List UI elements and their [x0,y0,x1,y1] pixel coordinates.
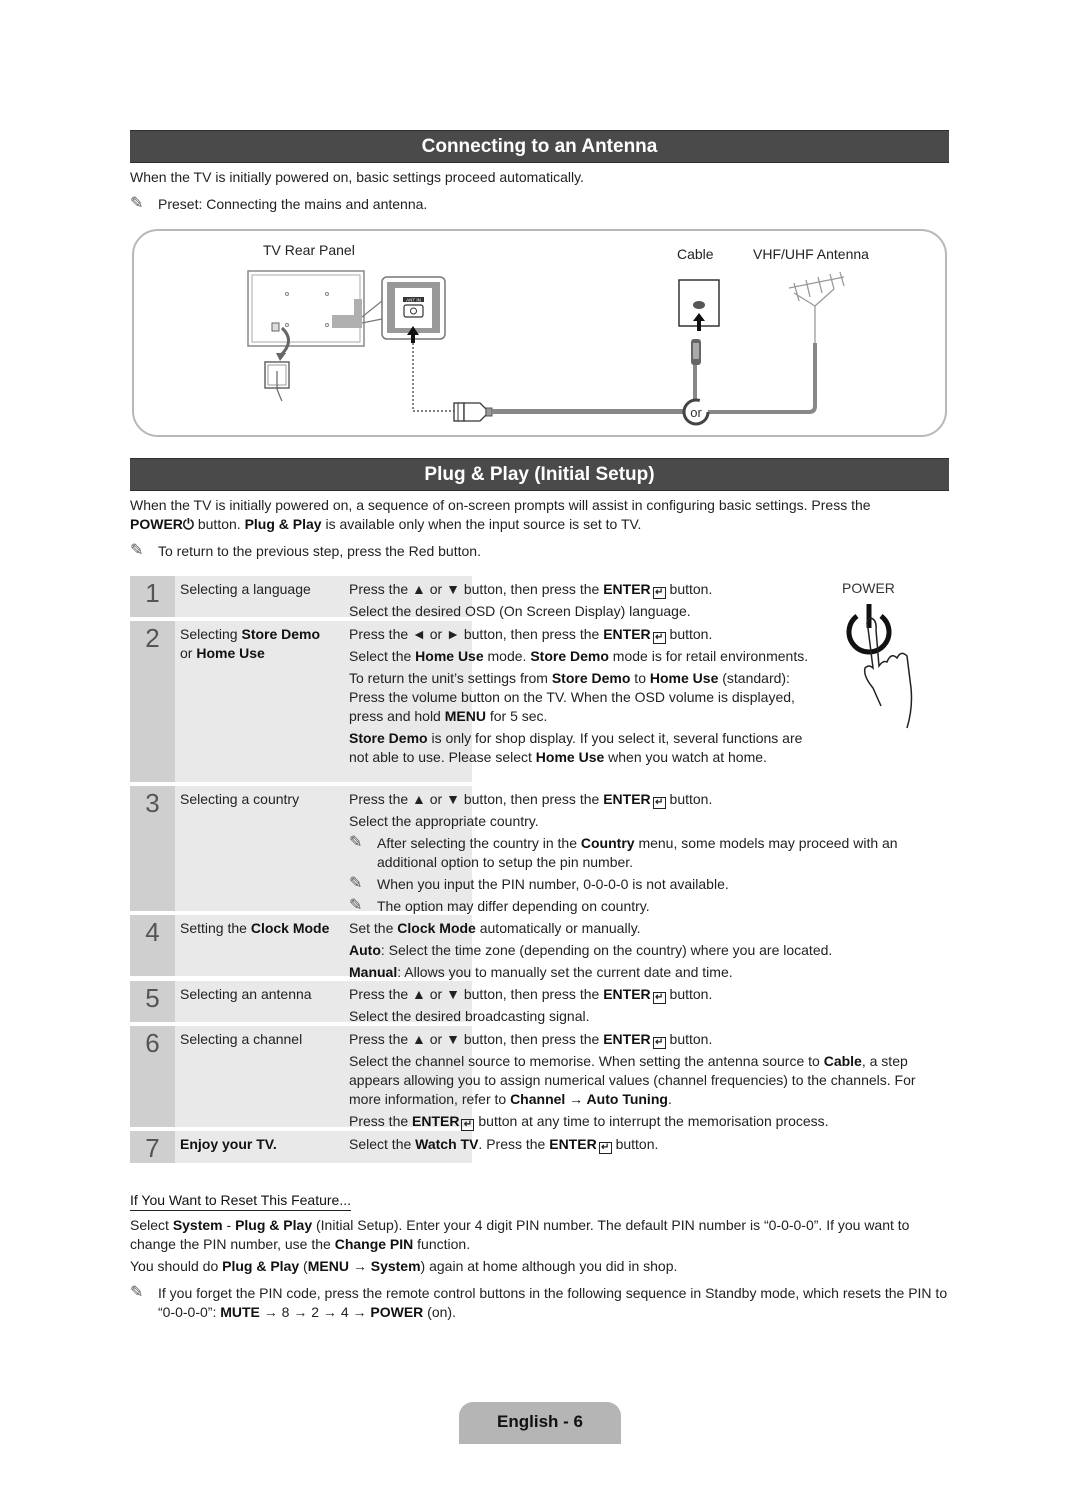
step-number: 5 [130,981,175,1022]
pencil-note-icon: ✎ [130,542,144,559]
pencil-note-icon: ✎ [130,195,144,212]
step-note: ✎ The option may differ depending on coun… [349,897,650,914]
antenna-connection-diagram: TV Rear Panel Cable VHF/UHF Antenna ANT … [132,229,947,437]
enter-key-icon: ↵ [461,1119,475,1131]
reset-heading: If You Want to Reset This Feature... [130,1192,352,1211]
ant-in-port-closeup: ANT IN [361,276,446,343]
step-description: Press the ▲ or ▼ button, then press the … [349,790,949,919]
power-icon: ⏻ [182,516,194,532]
cable-wall-outlet [678,279,720,365]
step-1-row: 1 Selecting a language Press the ▲ or ▼ … [130,576,950,619]
diagram-drawing: ANT IN or [247,270,845,426]
section-title-plug-and-play: Plug & Play (Initial Setup) [130,458,949,491]
reset-paragraph-2: You should do Plug & Play (MENU → System… [130,1258,678,1274]
step-description: Press the ▲ or ▼ button, then press the … [349,581,713,619]
step-7-row: 7 Enjoy your TV. Select the Watch TV. Pr… [130,1131,950,1163]
pencil-note-icon: ✎ [349,875,363,892]
plug-and-play-intro: When the TV is initially powered on, a s… [130,497,871,532]
step-6-row: 6 Selecting a channel Press the ▲ or ▼ b… [130,1026,950,1131]
enter-key-icon: ↵ [652,992,666,1004]
antenna-intro: When the TV is initially powered on, bas… [130,169,584,185]
reset-note: ✎ If you forget the PIN code, press the … [130,1284,948,1320]
antenna-note: ✎ Preset: Connecting the mains and anten… [130,195,428,212]
step-description: Select the Watch TV. Press the ENTER ↵ bu… [349,1136,659,1154]
step-description: Set the Clock Mode automatically or manu… [349,920,833,980]
vhf-uhf-antenna [788,271,845,343]
ant-in-port-label: ANT IN [406,298,421,303]
or-label: or [690,405,702,420]
pencil-note-icon: ✎ [130,1284,144,1301]
step-number: 1 [130,576,175,617]
pencil-note-icon: ✎ [349,834,363,851]
reset-paragraph-1: Select System - Plug & Play (Initial Set… [130,1217,910,1252]
enter-key-icon: ↵ [652,587,666,599]
step-5-row: 5 Selecting an antenna Press the ▲ or ▼ … [130,981,950,1024]
step-note: ✎ After selecting the country in the Coun… [349,834,898,870]
step-description: Press the ▲ or ▼ button, then press the … [349,986,713,1024]
section-title-antenna: Connecting to an Antenna [130,130,949,163]
step-note: ✎ When you input the PIN number, 0-0-0-0 … [349,875,729,892]
page-number-tab: English - 6 [459,1402,621,1444]
step-number: 7 [130,1131,175,1163]
step-4-row: 4 Setting the Clock Mode Set the Clock M… [130,915,950,980]
enter-key-icon: ↵ [652,797,666,809]
step-3-row: 3 Selecting a country Press the ▲ or ▼ b… [130,786,950,914]
step-2-row: 2 Selecting Store Demo or Home Use Press … [130,621,950,782]
coax-connector [453,402,493,422]
enter-key-icon: ↵ [652,632,666,644]
step-description: Press the ◄ or ► button, then press the … [349,626,809,765]
enter-key-icon: ↵ [652,1037,666,1049]
step-number: 2 [130,621,175,782]
pencil-note-icon: ✎ [349,897,363,914]
tv-rear-panel-illustration [247,270,365,402]
step-number: 3 [130,786,175,911]
step-description: Press the ▲ or ▼ button, then press the … [349,1031,916,1131]
enter-key-icon: ↵ [598,1142,612,1154]
step-number: 4 [130,915,175,976]
step-number: 6 [130,1026,175,1127]
plug-and-play-note: ✎ To return to the previous step, press … [130,542,481,559]
